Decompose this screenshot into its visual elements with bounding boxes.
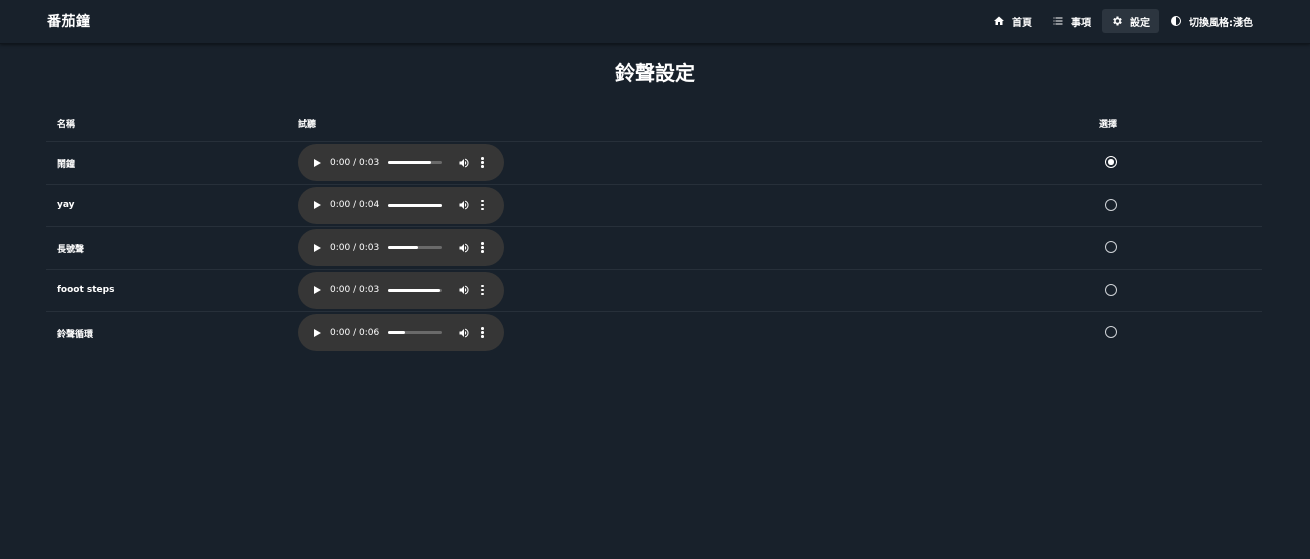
audio-progress-bar[interactable] bbox=[388, 331, 442, 334]
audio-time: 0:00 / 0:03 bbox=[330, 242, 380, 253]
more-options-icon[interactable] bbox=[481, 284, 484, 296]
audio-progress-fill bbox=[388, 288, 441, 292]
volume-icon[interactable] bbox=[458, 199, 470, 211]
audio-time: 0:00 / 0:03 bbox=[330, 157, 380, 168]
nav-item-settings[interactable]: 設定 bbox=[1102, 9, 1159, 33]
table-row: 鬧鐘 0:00 / 0:03 bbox=[46, 142, 1262, 185]
top-navbar: 番茄鐘 首頁 事項 設定 切換風格:淺色 bbox=[0, 0, 1310, 44]
list-icon bbox=[1053, 17, 1063, 25]
audio-progress-fill bbox=[388, 203, 442, 207]
ringtone-name: 長號聲 bbox=[57, 245, 85, 255]
audio-progress-fill bbox=[388, 331, 406, 334]
ringtone-select-radio[interactable] bbox=[1105, 326, 1117, 338]
play-icon[interactable] bbox=[314, 201, 321, 209]
audio-player[interactable]: 0:00 / 0:03 bbox=[298, 271, 504, 309]
ringtone-table: 名稱 試聽 選擇 鬧鐘 0:00 / 0:03 yay 0:00 / 0:04 bbox=[46, 105, 1262, 354]
audio-progress-bar[interactable] bbox=[388, 203, 442, 207]
ringtone-name: yay bbox=[57, 199, 75, 210]
column-header-name: 名稱 bbox=[57, 120, 76, 130]
home-icon bbox=[994, 16, 1004, 25]
nav-item-home[interactable]: 首頁 bbox=[984, 9, 1041, 33]
volume-icon[interactable] bbox=[458, 242, 470, 254]
column-header-select: 選擇 bbox=[1099, 120, 1118, 130]
more-options-icon[interactable] bbox=[481, 241, 484, 253]
ringtone-select-radio[interactable] bbox=[1105, 241, 1117, 253]
column-header-preview: 試聽 bbox=[298, 120, 317, 130]
audio-progress-fill bbox=[388, 161, 432, 164]
audio-progress-bar[interactable] bbox=[388, 288, 442, 292]
more-options-icon[interactable] bbox=[481, 156, 484, 168]
table-row: 鈴聲循環 0:00 / 0:06 bbox=[46, 312, 1262, 354]
play-icon[interactable] bbox=[314, 286, 321, 294]
table-row: 長號聲 0:00 / 0:03 bbox=[46, 227, 1262, 270]
audio-player[interactable]: 0:00 / 0:06 bbox=[298, 314, 504, 351]
audio-progress-bar[interactable] bbox=[388, 246, 442, 249]
play-icon[interactable] bbox=[314, 158, 321, 167]
audio-player[interactable]: 0:00 / 0:04 bbox=[298, 186, 504, 224]
nav-menu: 首頁 事項 設定 切換風格:淺色 bbox=[982, 9, 1262, 33]
ringtone-name: 鈴聲循環 bbox=[57, 330, 94, 340]
nav-item-tasks[interactable]: 事項 bbox=[1043, 9, 1100, 33]
audio-player[interactable]: 0:00 / 0:03 bbox=[298, 144, 504, 181]
more-options-icon[interactable] bbox=[481, 326, 484, 338]
audio-progress-bar[interactable] bbox=[388, 161, 442, 164]
nav-item-label: 切換風格:淺色 bbox=[1189, 17, 1253, 29]
gear-icon bbox=[1113, 16, 1122, 26]
nav-item-label: 事項 bbox=[1071, 17, 1091, 29]
ringtone-name: fooot steps bbox=[57, 284, 115, 295]
ringtone-select-radio[interactable] bbox=[1105, 198, 1117, 211]
audio-time: 0:00 / 0:04 bbox=[330, 200, 380, 210]
app-title[interactable]: 番茄鐘 bbox=[47, 11, 91, 31]
table-row: fooot steps 0:00 / 0:03 bbox=[46, 270, 1262, 312]
nav-item-label: 首頁 bbox=[1012, 17, 1032, 29]
play-icon[interactable] bbox=[314, 243, 321, 252]
volume-icon[interactable] bbox=[458, 327, 470, 339]
ringtone-select-radio[interactable] bbox=[1105, 283, 1117, 296]
volume-icon[interactable] bbox=[458, 284, 470, 296]
ringtone-name: 鬧鐘 bbox=[57, 160, 76, 170]
page-title: 鈴聲設定 bbox=[615, 61, 695, 85]
audio-time: 0:00 / 0:06 bbox=[330, 327, 380, 338]
table-header: 名稱 試聽 選擇 bbox=[46, 105, 1262, 142]
table-row: yay 0:00 / 0:04 bbox=[46, 185, 1262, 227]
volume-icon[interactable] bbox=[458, 157, 470, 169]
more-options-icon[interactable] bbox=[481, 199, 484, 211]
theme-toggle-button[interactable]: 切換風格:淺色 bbox=[1161, 9, 1262, 33]
audio-player[interactable]: 0:00 / 0:03 bbox=[298, 229, 504, 266]
audio-time: 0:00 / 0:03 bbox=[330, 285, 380, 295]
nav-item-label: 設定 bbox=[1130, 17, 1150, 29]
play-icon[interactable] bbox=[314, 328, 321, 337]
contrast-icon bbox=[1171, 16, 1181, 26]
ringtone-select-radio[interactable] bbox=[1105, 156, 1117, 168]
audio-progress-fill bbox=[388, 246, 418, 249]
